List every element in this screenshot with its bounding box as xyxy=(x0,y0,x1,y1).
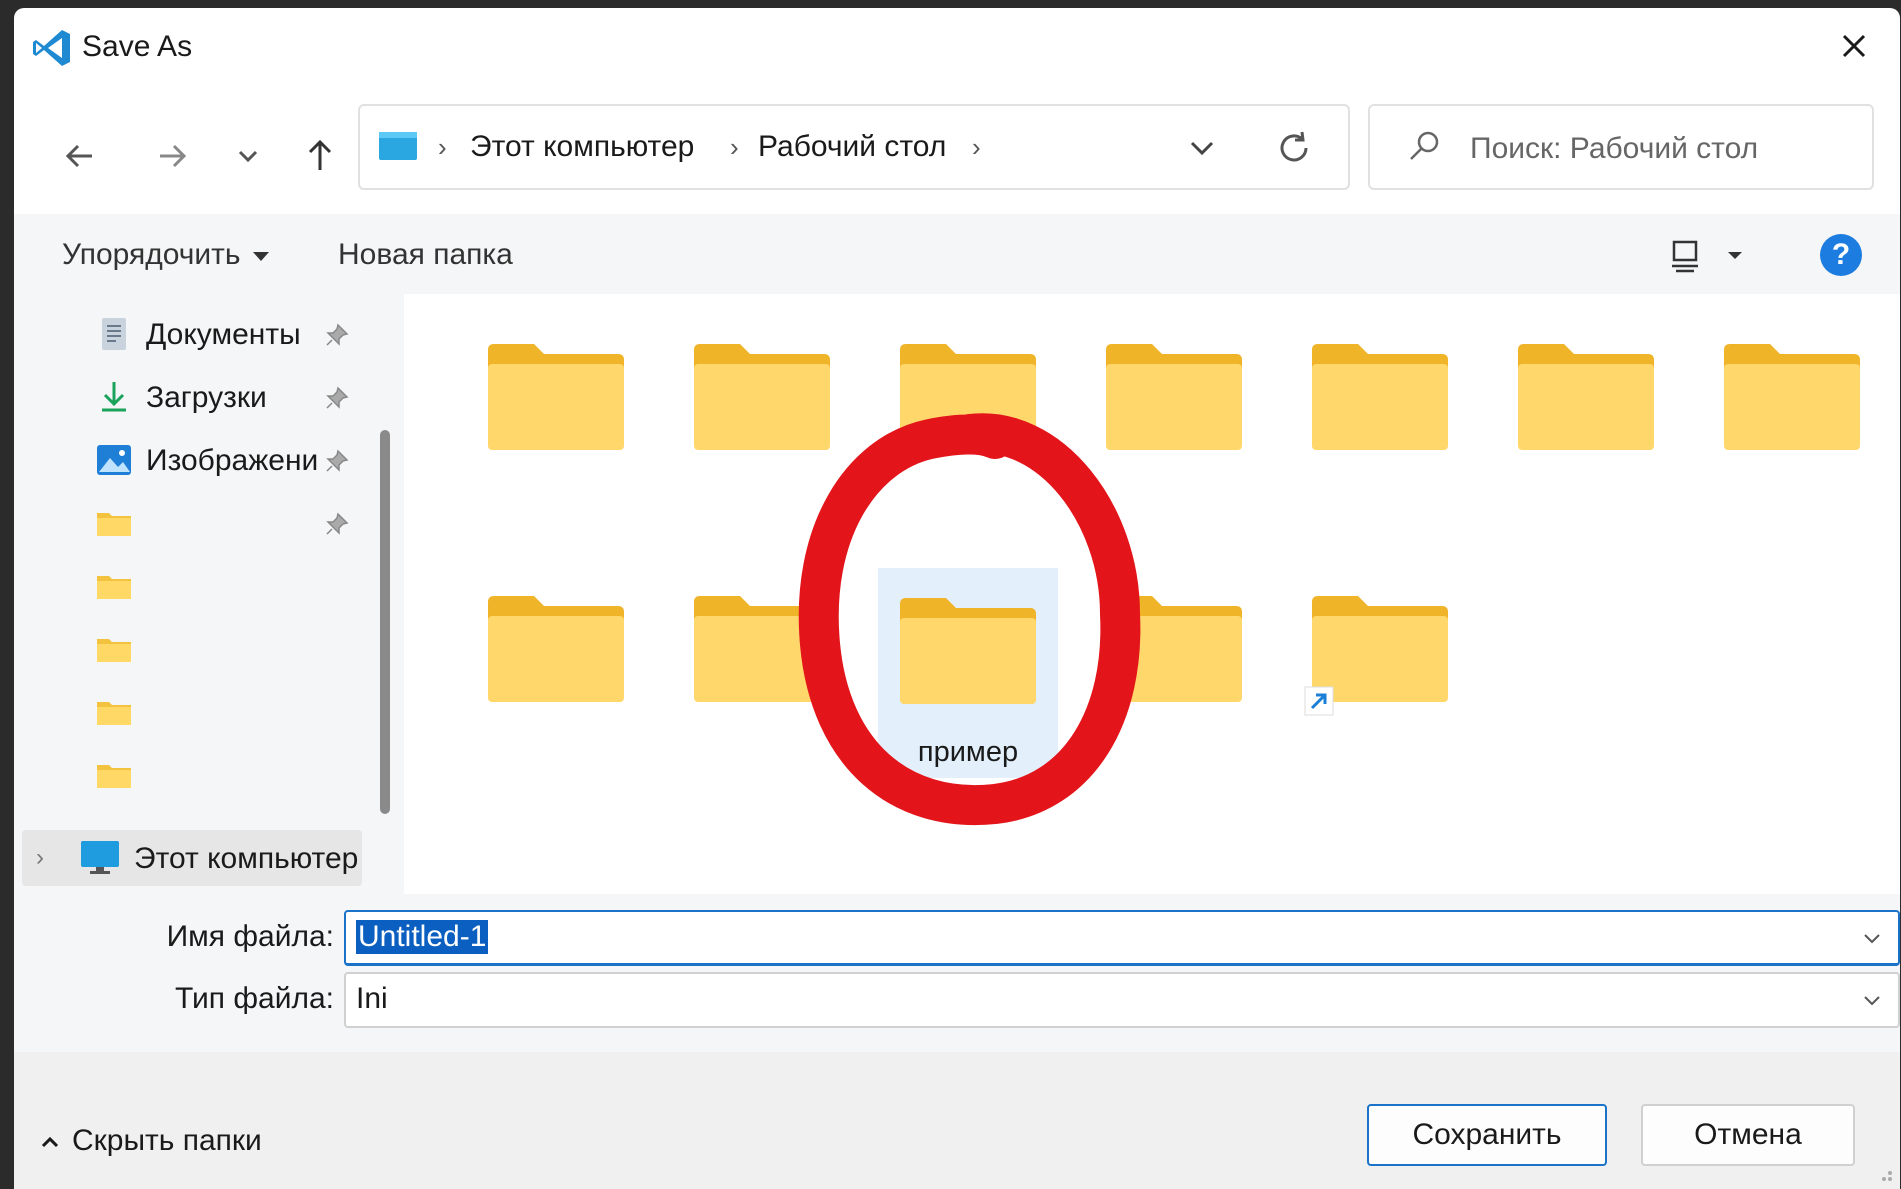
folder-icon xyxy=(1106,344,1242,450)
sidebar-item-label: Этот компьютер xyxy=(134,842,359,875)
vscode-icon xyxy=(33,30,70,66)
organize-label: Упорядочить xyxy=(62,238,241,271)
sidebar-item-label: Изображени xyxy=(146,444,319,477)
filetype-value: Ini xyxy=(356,982,388,1015)
folder-item[interactable] xyxy=(686,334,836,464)
sidebar-item-this-pc[interactable]: › Этот компьютер xyxy=(22,830,362,886)
folder-item-shortcut[interactable] xyxy=(1304,586,1454,716)
pictures-icon xyxy=(97,445,131,475)
folder-icon xyxy=(1312,344,1448,450)
pin-icon[interactable] xyxy=(324,322,350,348)
file-list: пример xyxy=(420,294,1900,894)
shortcut-arrow-icon xyxy=(1304,686,1334,716)
folder-item-selected[interactable]: пример xyxy=(878,568,1058,778)
breadcrumb-separator: › xyxy=(730,132,739,162)
folder-name: пример xyxy=(917,736,1019,768)
cancel-button[interactable]: Отмена xyxy=(1641,1104,1855,1166)
breadcrumb-separator: › xyxy=(438,132,447,162)
sidebar-item-folder[interactable] xyxy=(14,619,364,679)
arrow-right-icon[interactable] xyxy=(144,128,200,184)
sidebar-item-label: Документы xyxy=(146,318,301,351)
organize-button[interactable]: Упорядочить xyxy=(62,238,269,272)
downloads-icon xyxy=(102,382,126,412)
pin-icon[interactable] xyxy=(324,385,350,411)
sidebar-scrollbar[interactable] xyxy=(380,430,390,814)
search-placeholder: Поиск: Рабочий стол xyxy=(1470,132,1759,165)
save-as-dialog: Save As › Этот компьютер › Рабочий стол … xyxy=(14,8,1900,1189)
this-pc-icon xyxy=(379,132,417,160)
dialog-footer: Скрыть папки Сохранить Отмена xyxy=(14,1052,1900,1189)
resize-grip-icon[interactable] xyxy=(1870,1159,1894,1183)
folder-item[interactable] xyxy=(480,586,630,716)
new-folder-button[interactable]: Новая папка xyxy=(338,238,513,272)
sidebar-item-pictures[interactable]: Изображени xyxy=(14,430,364,490)
file-fields: Имя файла: Untitled-1 Тип файла: Ini xyxy=(14,894,1900,1052)
sidebar-item-documents[interactable]: Документы xyxy=(14,304,364,364)
search-icon xyxy=(1410,131,1439,160)
folder-icon xyxy=(97,639,131,662)
filetype-label: Тип файла: xyxy=(175,982,334,1015)
folder-icon xyxy=(694,596,830,702)
search-input[interactable]: Поиск: Рабочий стол xyxy=(1368,104,1874,190)
documents-icon xyxy=(102,318,126,350)
folder-icon xyxy=(97,576,131,599)
breadcrumb-separator[interactable]: › xyxy=(972,132,981,163)
filename-value: Untitled-1 xyxy=(356,920,489,954)
close-icon[interactable] xyxy=(1834,26,1874,66)
folder-item[interactable] xyxy=(892,334,1042,464)
filetype-select[interactable]: Ini xyxy=(344,972,1900,1028)
folder-icon xyxy=(1106,596,1242,702)
filename-input[interactable]: Untitled-1 xyxy=(344,910,1900,966)
help-button[interactable]: ? xyxy=(1820,234,1862,276)
sidebar-item-folder[interactable] xyxy=(14,745,364,805)
sidebar-item-label: Загрузки xyxy=(146,381,267,414)
recent-locations-chevron-icon[interactable] xyxy=(220,128,276,184)
folder-item[interactable] xyxy=(686,586,836,716)
address-bar[interactable]: › Этот компьютер › Рабочий стол › xyxy=(358,104,1350,190)
folder-item[interactable] xyxy=(1716,334,1866,464)
title-bar: Save As xyxy=(14,8,1900,84)
refresh-icon[interactable] xyxy=(1272,126,1316,170)
view-options-icon[interactable] xyxy=(1670,236,1760,276)
pin-icon[interactable] xyxy=(324,511,350,537)
folder-item[interactable] xyxy=(480,334,630,464)
folder-item[interactable] xyxy=(1098,334,1248,464)
folder-icon xyxy=(900,344,1036,450)
folder-icon xyxy=(97,513,131,536)
chevron-down-icon[interactable] xyxy=(1860,926,1884,950)
filename-label: Имя файла: xyxy=(166,920,334,953)
sidebar-item-folder[interactable] xyxy=(14,556,364,616)
expand-chevron-icon[interactable]: › xyxy=(36,844,44,872)
caret-down-icon xyxy=(252,251,269,261)
folder-icon xyxy=(97,765,131,788)
sidebar-item-downloads[interactable]: Загрузки xyxy=(14,367,364,427)
folder-icon xyxy=(97,702,131,725)
folder-item[interactable] xyxy=(1098,586,1248,716)
computer-icon xyxy=(81,841,119,874)
navigation-pane: Документы Загрузки Изображени › Этот ком… xyxy=(14,294,404,894)
breadcrumb-this-pc[interactable]: Этот компьютер xyxy=(470,130,694,164)
hide-folders-button[interactable]: Скрыть папки xyxy=(40,1124,262,1158)
command-toolbar: Упорядочить Новая папка ? xyxy=(14,214,1900,294)
dialog-title: Save As xyxy=(82,30,193,63)
chevron-down-icon[interactable] xyxy=(1860,988,1884,1012)
save-button[interactable]: Сохранить xyxy=(1367,1104,1607,1166)
arrow-left-icon[interactable] xyxy=(52,128,108,184)
address-dropdown-icon[interactable] xyxy=(1182,128,1222,168)
folder-icon xyxy=(488,344,624,450)
folder-item[interactable] xyxy=(1304,334,1454,464)
pin-icon[interactable] xyxy=(324,448,350,474)
folder-icon xyxy=(900,598,1036,704)
folder-icon xyxy=(1518,344,1654,450)
folder-icon xyxy=(1724,344,1860,450)
hide-folders-label: Скрыть папки xyxy=(72,1124,262,1157)
folder-icon xyxy=(488,596,624,702)
chevron-up-icon xyxy=(41,1136,59,1148)
breadcrumb-desktop[interactable]: Рабочий стол xyxy=(758,130,946,164)
sidebar-item-folder[interactable] xyxy=(14,493,364,553)
sidebar-item-folder[interactable] xyxy=(14,682,364,742)
folder-item[interactable] xyxy=(1510,334,1660,464)
folder-icon xyxy=(694,344,830,450)
arrow-up-icon[interactable] xyxy=(292,128,348,184)
